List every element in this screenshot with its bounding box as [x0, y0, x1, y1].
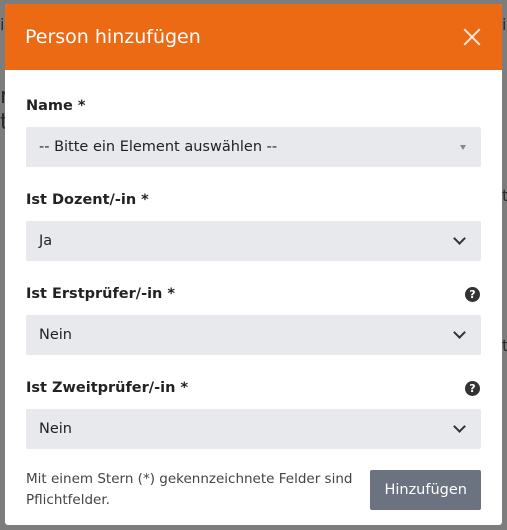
field-label-row: Name * — [26, 97, 481, 115]
dialog-body: Name * -- Bitte ein Element auswählen --… — [5, 70, 502, 449]
chevron-down-icon — [453, 232, 466, 245]
close-icon[interactable] — [462, 27, 482, 47]
is-lecturer-label: Ist Dozent/-in * — [26, 192, 149, 208]
question-circle-icon[interactable]: ? — [465, 380, 480, 396]
background-text-fragment: i — [502, 15, 507, 34]
is-second-examiner-select[interactable]: Nein — [26, 409, 481, 449]
required-fields-note: Mit einem Stern (*) gekennzeichnete Feld… — [26, 471, 353, 508]
is-second-examiner-label: Ist Zweitprüfer/-in * — [26, 380, 189, 396]
field-label-row: Ist Zweitprüfer/-in * ? — [26, 379, 481, 397]
chevron-down-icon — [453, 326, 466, 339]
background-text-fragment: t — [502, 186, 507, 205]
question-circle-icon[interactable]: ? — [465, 286, 480, 302]
name-combobox-value: -- Bitte ein Element auswählen -- — [39, 139, 278, 155]
caret-down-icon — [460, 144, 466, 150]
dialog-header: Person hinzufügen — [5, 4, 502, 70]
add-button[interactable]: Hinzufügen — [370, 470, 481, 510]
dialog-footer: Mit einem Stern (*) gekennzeichnete Feld… — [5, 469, 502, 511]
dialog-title: Person hinzufügen — [25, 26, 201, 48]
is-first-examiner-field: Ist Erstprüfer/-in * ? Nein — [26, 285, 481, 355]
is-lecturer-select[interactable]: Ja — [26, 221, 481, 261]
is-second-examiner-field: Ist Zweitprüfer/-in * ? Nein — [26, 379, 481, 449]
is-lecturer-value: Ja — [39, 233, 53, 249]
background-text-fragment: i — [0, 15, 5, 34]
is-lecturer-field: Ist Dozent/-in * Ja — [26, 191, 481, 261]
background-text-fragment: t — [502, 336, 507, 355]
is-first-examiner-label: Ist Erstprüfer/-in * — [26, 286, 176, 302]
is-second-examiner-value: Nein — [39, 421, 72, 437]
name-combobox[interactable]: -- Bitte ein Element auswählen -- — [26, 127, 481, 167]
name-label: Name * — [26, 98, 86, 114]
chevron-down-icon — [453, 420, 466, 433]
add-person-dialog: Person hinzufügen Name * -- Bitte ein El… — [5, 4, 502, 525]
field-label-row: Ist Erstprüfer/-in * ? — [26, 285, 481, 303]
field-label-row: Ist Dozent/-in * — [26, 191, 481, 209]
is-first-examiner-select[interactable]: Nein — [26, 315, 481, 355]
name-field: Name * -- Bitte ein Element auswählen -- — [26, 97, 481, 167]
is-first-examiner-value: Nein — [39, 327, 72, 343]
